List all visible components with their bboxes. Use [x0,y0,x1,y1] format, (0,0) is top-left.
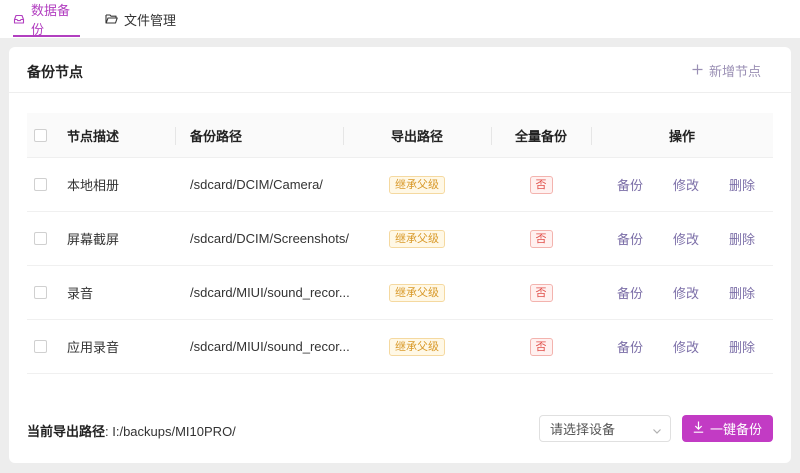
node-desc: 屏幕截屏 [67,232,120,247]
inbox-icon [13,13,25,25]
header-full: 全量备份 [514,128,567,144]
node-path: /sdcard/DCIM/Screenshots/ [190,231,349,246]
row-checkbox[interactable] [34,340,47,353]
backup-action[interactable]: 备份 [617,212,643,265]
edit-action[interactable]: 修改 [673,320,699,373]
add-node-label: 新增节点 [708,64,761,79]
export-path-tag: 继承父级 [389,337,445,356]
export-path-value: : I:/backups/MI10PRO/ [105,424,236,439]
export-path-tag: 继承父级 [389,175,445,194]
device-select-placeholder: 请选择设备 [550,422,616,437]
delete-action[interactable]: 删除 [729,320,755,373]
backup-button-label: 一键备份 [709,422,762,437]
full-backup-tag: 否 [529,283,553,302]
table-row: 本地相册 /sdcard/DCIM/Camera/ 继承父级 否 备份 修改 删… [27,158,773,212]
edit-action[interactable]: 修改 [673,158,699,211]
plus-icon [692,63,703,78]
full-backup-tag: 否 [529,229,553,248]
export-path-tag: 继承父级 [389,283,445,302]
header-actions: 操作 [668,128,695,144]
table-header: 节点描述 备份路径 导出路径 全量备份 操作 [27,113,773,158]
table-row: 屏幕截屏 /sdcard/DCIM/Screenshots/ 继承父级 否 备份… [27,212,773,266]
header-desc: 节点描述 [67,128,120,144]
row-checkbox[interactable] [34,178,47,191]
backup-action[interactable]: 备份 [617,158,643,211]
tab-label: 数据备份 [31,3,71,37]
tab-label: 文件管理 [124,12,177,28]
device-select[interactable]: 请选择设备 [539,415,671,442]
backup-action[interactable]: 备份 [617,320,643,373]
export-path-tag: 继承父级 [389,229,445,248]
select-all-checkbox[interactable] [34,128,47,142]
full-backup-tag: 否 [529,175,553,194]
node-path: /sdcard/MIUI/sound_recor... [190,285,350,300]
node-desc: 本地相册 [67,178,120,193]
table-row: 应用录音 /sdcard/MIUI/sound_recor... 继承父级 否 … [27,320,773,374]
full-backup-tag: 否 [529,337,553,356]
select-all-checkbox-cell [34,113,47,157]
table-row: 录音 /sdcard/MIUI/sound_recor... 继承父级 否 备份… [27,266,773,320]
card-title: 备份节点 [27,64,83,80]
add-node-button[interactable]: 新增节点 [692,61,761,80]
delete-action[interactable]: 删除 [729,158,755,211]
header-export: 导出路径 [390,128,443,144]
delete-action[interactable]: 删除 [729,266,755,319]
node-desc: 应用录音 [67,340,120,355]
current-export-path: 当前导出路径: I:/backups/MI10PRO/ [27,421,236,440]
edit-action[interactable]: 修改 [673,266,699,319]
one-click-backup-button[interactable]: 一键备份 [682,415,773,442]
folder-open-icon [105,13,118,25]
tab-data-backup[interactable]: 数据备份 [13,0,80,38]
row-checkbox[interactable] [34,286,47,299]
backup-action[interactable]: 备份 [617,266,643,319]
header-divider [175,127,176,145]
tab-file-manager[interactable]: 文件管理 [105,0,176,38]
node-path: /sdcard/DCIM/Camera/ [190,177,323,192]
export-path-label: 当前导出路径 [27,424,106,439]
delete-action[interactable]: 删除 [729,212,755,265]
card-header: 备份节点 新增节点 [9,47,791,93]
header-path: 备份路径 [190,128,243,144]
top-tab-bar: 数据备份 文件管理 [0,0,800,38]
node-desc: 录音 [67,286,94,301]
node-path: /sdcard/MIUI/sound_recor... [190,339,350,354]
backup-nodes-table: 节点描述 备份路径 导出路径 全量备份 操作 本地相册 /sdcard/DCIM… [27,113,773,374]
backup-nodes-card: 备份节点 新增节点 节点描述 备份路径 导出路径 全量备份 操作 本地相册 /s… [9,47,791,463]
row-checkbox[interactable] [34,232,47,245]
edit-action[interactable]: 修改 [673,212,699,265]
download-icon [693,421,704,436]
chevron-down-icon [652,424,662,439]
